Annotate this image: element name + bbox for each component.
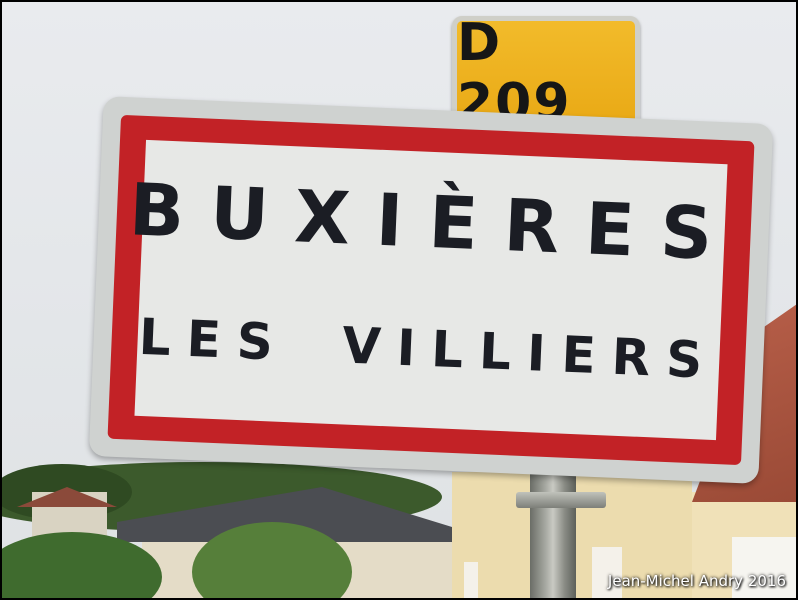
window	[464, 562, 478, 598]
post-clamp	[516, 492, 606, 508]
photo-frame: D 209 BUXIÈRES LES VILLIERS Jean-Michel …	[0, 0, 798, 600]
bush	[2, 532, 162, 598]
photo-credit: Jean-Michel Andry 2016	[607, 572, 786, 590]
town-entry-sign: BUXIÈRES LES VILLIERS	[88, 96, 774, 484]
garage-door	[732, 537, 796, 598]
